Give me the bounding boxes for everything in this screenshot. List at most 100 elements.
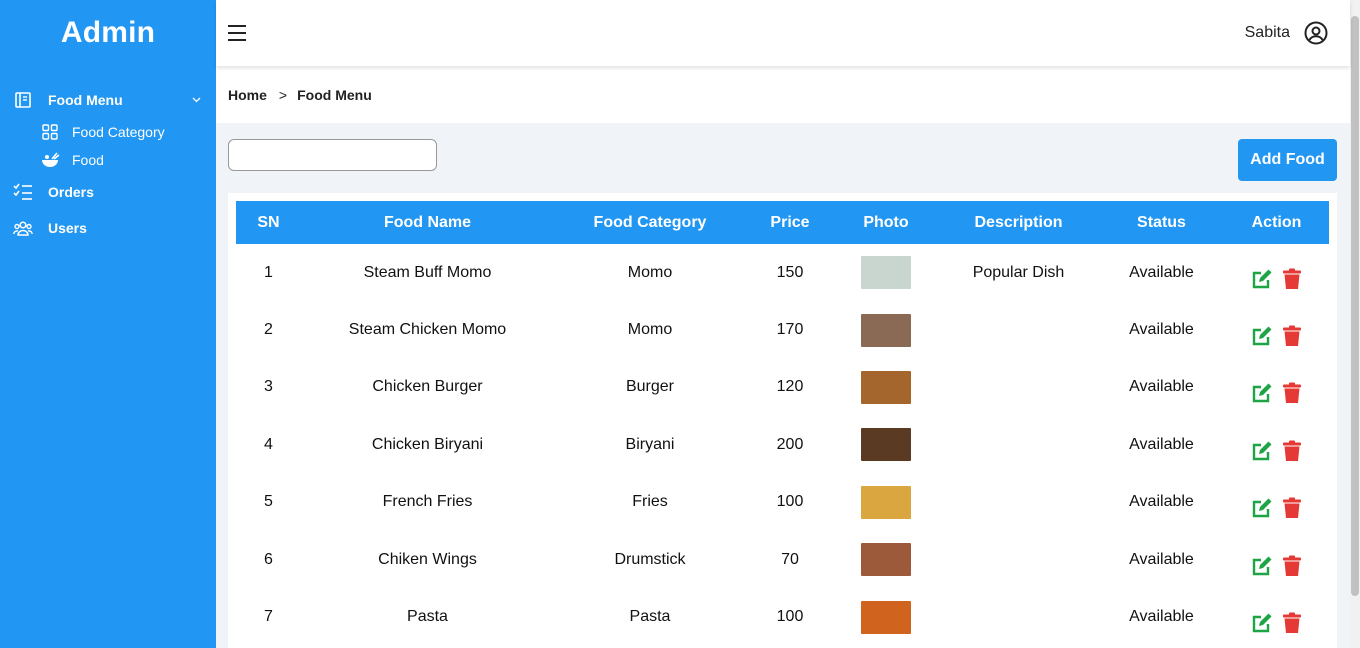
delete-icon[interactable] — [1281, 612, 1303, 634]
food-table-card: SN Food Name Food Category Price Photo D… — [228, 193, 1337, 648]
cell-photo — [834, 301, 938, 358]
sidebar-item-label: Food — [72, 152, 104, 168]
cell-food-name: Chiken Wings — [378, 550, 477, 568]
cell-description — [938, 416, 1099, 473]
edit-icon[interactable] — [1251, 268, 1273, 290]
column-header: Action — [1224, 201, 1329, 244]
chevron-down-icon[interactable] — [192, 95, 202, 105]
cell-action — [1224, 531, 1329, 588]
sidebar: Admin Food Menu Food Category Food Order… — [0, 0, 216, 648]
sidebar-item-food[interactable]: Food — [0, 146, 216, 174]
table-row: 1 Steam Buff Momo Momo 150 Popular Dish … — [236, 244, 1329, 301]
cell-sn: 1 — [264, 263, 273, 281]
cell-photo — [834, 474, 938, 531]
grid-icon — [40, 122, 60, 142]
cell-price: 120 — [776, 378, 804, 396]
table-header-row: SN Food Name Food Category Price Photo D… — [236, 201, 1329, 244]
edit-icon[interactable] — [1251, 555, 1273, 577]
column-header: SN — [236, 201, 301, 244]
edit-icon[interactable] — [1251, 440, 1273, 462]
scrollbar[interactable] — [1350, 0, 1360, 648]
cell-sn: 6 — [264, 550, 273, 568]
delete-icon[interactable] — [1281, 382, 1303, 404]
edit-icon[interactable] — [1251, 612, 1273, 634]
cell-price: 100 — [776, 608, 804, 626]
column-header: Food Name — [301, 201, 554, 244]
breadcrumb: Home > Food Menu — [216, 66, 1350, 123]
sidebar-item-food-menu[interactable]: Food Menu — [0, 82, 216, 118]
food-photo — [861, 256, 911, 290]
book-icon — [12, 89, 34, 111]
column-header: Description — [938, 201, 1099, 244]
cell-food-category: Drumstick — [614, 550, 686, 568]
cell-price: 150 — [776, 263, 804, 281]
sidebar-item-label: Orders — [48, 184, 94, 200]
cell-photo — [834, 359, 938, 416]
cell-food-name: French Fries — [382, 493, 473, 511]
column-header: Status — [1099, 201, 1224, 244]
cell-price: 200 — [776, 435, 804, 453]
cell-food-category: Fries — [632, 493, 668, 511]
food-photo — [861, 428, 911, 462]
cell-food-name: Steam Buff Momo — [363, 263, 492, 281]
user-menu[interactable]: Sabita — [1245, 21, 1328, 45]
scrollbar-thumb[interactable] — [1351, 16, 1359, 596]
user-name: Sabita — [1244, 24, 1290, 41]
users-icon — [12, 217, 34, 239]
sidebar-item-label: Users — [48, 220, 87, 236]
edit-icon[interactable] — [1251, 497, 1273, 519]
cell-status: Available — [1129, 550, 1194, 568]
cell-status: Available — [1129, 263, 1194, 281]
cell-sn: 3 — [264, 378, 273, 396]
cell-action — [1224, 359, 1329, 416]
cell-food-category: Momo — [627, 263, 673, 281]
column-header: Food Category — [554, 201, 746, 244]
food-bowl-icon — [40, 150, 60, 170]
sidebar-item-food-category[interactable]: Food Category — [0, 118, 216, 146]
edit-icon[interactable] — [1251, 382, 1273, 404]
breadcrumb-separator: > — [278, 86, 288, 103]
cell-photo — [834, 416, 938, 473]
delete-icon[interactable] — [1281, 440, 1303, 462]
cell-status: Available — [1129, 608, 1194, 626]
food-photo — [861, 485, 911, 519]
food-photo — [861, 543, 911, 577]
cell-status: Available — [1129, 321, 1194, 339]
delete-icon[interactable] — [1281, 497, 1303, 519]
delete-icon[interactable] — [1281, 325, 1303, 347]
cell-food-name: Chicken Burger — [372, 378, 483, 396]
cell-action — [1224, 588, 1329, 645]
food-photo — [861, 600, 911, 634]
cell-price: 70 — [781, 550, 799, 568]
search-input[interactable] — [228, 139, 437, 171]
sidebar-item-users[interactable]: Users — [0, 210, 216, 246]
cell-price: 170 — [776, 321, 804, 339]
top-bar: Sabita — [216, 0, 1350, 66]
checklist-icon — [12, 181, 34, 203]
cell-action — [1224, 474, 1329, 531]
cell-food-category: Pasta — [629, 608, 671, 626]
cell-status: Available — [1129, 493, 1194, 511]
cell-food-category: Biryani — [625, 435, 675, 453]
user-circle-icon[interactable] — [1304, 21, 1328, 45]
cell-food-name: Steam Chicken Momo — [348, 321, 507, 339]
delete-icon[interactable] — [1281, 555, 1303, 577]
add-food-button[interactable]: Add Food — [1238, 139, 1337, 181]
edit-icon[interactable] — [1251, 325, 1273, 347]
cell-photo — [834, 531, 938, 588]
sidebar-item-label: Food Category — [72, 124, 165, 140]
menu-icon[interactable] — [228, 25, 246, 41]
cell-action — [1224, 301, 1329, 358]
cell-food-category: Momo — [627, 321, 673, 339]
breadcrumb-current: Food Menu — [297, 86, 372, 103]
cell-action — [1224, 244, 1329, 301]
table-row: 6 Chiken Wings Drumstick 70 Available — [236, 531, 1329, 588]
cell-description — [938, 531, 1099, 588]
delete-icon[interactable] — [1281, 268, 1303, 290]
sidebar-item-orders[interactable]: Orders — [0, 174, 216, 210]
food-photo — [861, 313, 911, 347]
cell-action — [1224, 416, 1329, 473]
sidebar-item-label: Food Menu — [48, 92, 123, 108]
breadcrumb-home[interactable]: Home — [228, 87, 267, 103]
cell-description — [938, 301, 1099, 358]
